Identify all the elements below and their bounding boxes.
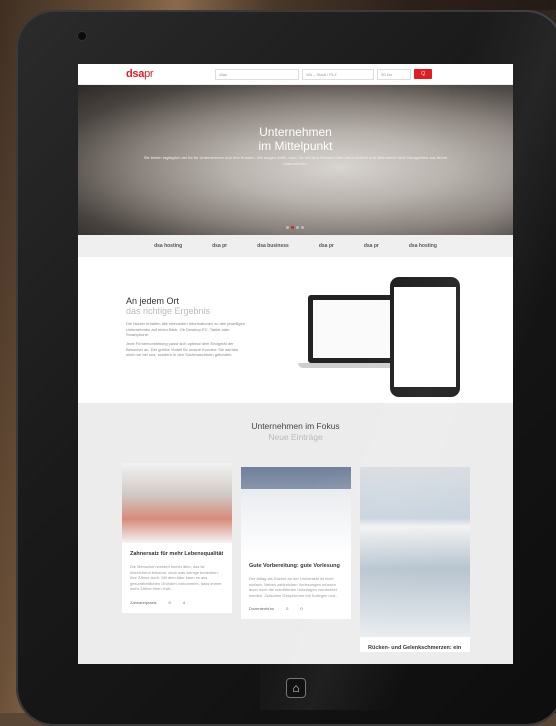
hero-subtitle: Sie bieten tagtäglich viel für Ihr Unter… [143, 155, 448, 166]
card-comments: 4 [182, 599, 185, 605]
card-likes: 0 [168, 599, 171, 605]
search-where-input[interactable]: Wo – Stadt / PLZ [302, 68, 375, 80]
hero-slider[interactable]: Unternehmen im Mittelpunkt Sie bieten ta… [78, 85, 513, 235]
hero-title-line1: Unternehmen [259, 125, 332, 139]
slider-dot[interactable] [286, 226, 289, 229]
card-meta: Zahnarztpraxis 0 4 [130, 600, 224, 605]
news-card[interactable]: Gute Vorbereitung: gute Vorlesung Der Al… [241, 467, 351, 619]
phone-illustration [390, 277, 460, 397]
search-what-input[interactable]: Was [215, 68, 300, 80]
card-title[interactable]: Zahnersatz für mehr Lebensqualität [130, 551, 224, 558]
site-logo[interactable]: dsapr [126, 68, 154, 80]
home-button-icon[interactable]: ⌂ [286, 678, 306, 698]
card-text: Der Alltag als Dozent an der Universität… [249, 576, 339, 598]
card-author: Dozentenbüro [249, 606, 275, 611]
brand-logo[interactable]: dsa pr [319, 243, 334, 249]
brand-logo[interactable]: dsa business [257, 243, 289, 249]
site-header: dsapr Was Wo – Stadt / PLZ 50 km Q [78, 64, 513, 85]
focus-title: Unternehmen im Fokus [251, 421, 340, 431]
brand-logo[interactable]: dsa hosting [409, 243, 437, 249]
slider-dots [286, 226, 304, 229]
radius-select[interactable]: 50 km [377, 68, 412, 80]
section-title: An jedem Ort [126, 296, 180, 306]
focus-section: Unternehmen im Fokus Neue Einträge Zahne… [78, 403, 513, 664]
card-meta: Dozentenbüro 0 0 [249, 606, 343, 611]
card-image [241, 467, 351, 555]
slider-dot[interactable] [301, 226, 304, 229]
card-likes: 0 [286, 606, 289, 611]
card-comments: 0 [300, 606, 303, 611]
focus-subtitle: Neue Einträge [268, 432, 323, 442]
brand-logo[interactable]: dsa hosting [154, 243, 182, 249]
anywhere-section: An jedem Ort das richtige Ergebnis Die N… [78, 257, 513, 403]
section-subtitle: das richtige Ergebnis [126, 306, 211, 316]
hero-title-line2: im Mittelpunkt [258, 139, 333, 153]
card-author: Zahnarztpraxis [130, 599, 157, 605]
search-icon: Q [421, 71, 426, 77]
slider-dot[interactable] [296, 226, 299, 229]
brand-logo[interactable]: dsa pr [364, 243, 379, 249]
tablet-screen: dsapr Was Wo – Stadt / PLZ 50 km Q Unter… [78, 64, 513, 664]
card-title[interactable]: Gute Vorbereitung: gute Vorlesung [249, 563, 343, 570]
brand-logo[interactable]: dsa pr [212, 243, 227, 249]
card-title[interactable]: Rücken- und Gelenkschmerzen: ein [368, 645, 462, 652]
card-image [360, 467, 470, 637]
section-paragraph: Jede Firmenvorstellung passt sich optima… [126, 341, 239, 357]
search-button[interactable]: Q [414, 69, 433, 79]
news-card[interactable]: Zahnersatz für mehr Lebensqualität Die M… [122, 463, 232, 613]
card-image [122, 463, 232, 543]
card-text: Die Menschen werden immer älter, das ist… [130, 564, 222, 591]
news-card[interactable]: Rücken- und Gelenkschmerzen: ein [360, 467, 470, 652]
brand-strip: dsa hosting dsa pr dsa business dsa pr d… [78, 235, 513, 257]
slider-dot-active[interactable] [291, 226, 294, 229]
camera-icon [78, 32, 86, 40]
search-bar: Was Wo – Stadt / PLZ 50 km Q [215, 68, 433, 80]
section-paragraph: Die Nutzer erhalten alle relevanten Info… [126, 321, 245, 337]
